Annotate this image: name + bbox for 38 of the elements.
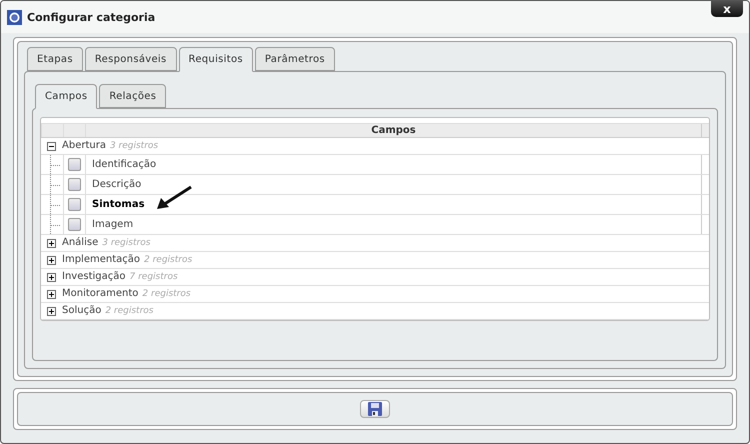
collapse-icon[interactable] [47,142,56,150]
group-name: Monitoramento [62,287,138,301]
window-title: Configurar categoria [27,10,156,24]
checkbox[interactable] [68,158,81,171]
arrow-icon [155,185,195,211]
field-label: Sintomas [92,199,145,210]
tab[interactable]: Parâmetros [254,47,335,71]
field-label: Identificação [92,159,156,170]
checkbox[interactable] [68,178,81,191]
record-count: 2 registros [144,254,192,267]
expand-icon[interactable] [47,256,56,264]
group-name: Solução [62,304,102,318]
tab[interactable]: Responsáveis [84,47,177,71]
field-label: Imagem [92,219,134,230]
expand-icon[interactable] [47,306,56,316]
field-label: Descrição [92,179,142,190]
tab[interactable]: Requisitos [178,47,253,72]
checkbox[interactable] [68,218,81,231]
record-count: 7 registros [130,271,178,284]
save-button[interactable] [360,400,390,418]
checkbox[interactable] [68,198,81,211]
record-count: 2 registros [142,288,191,301]
subtab[interactable]: Relações [99,84,166,108]
expand-icon[interactable] [47,238,56,248]
record-count: 2 registros [105,305,154,318]
record-count: 3 registros [110,140,158,153]
group-name: Implementação [62,253,140,267]
group-name: Investigação [62,270,126,284]
expand-icon[interactable] [47,290,56,298]
group-name: Abertura [62,139,106,153]
close-button[interactable]: x [711,1,743,17]
expand-icon[interactable] [47,272,56,282]
app-logo-icon [7,10,22,24]
record-count: 3 registros [102,237,150,250]
subtab[interactable]: Campos [35,84,98,109]
tab[interactable]: Etapas [27,47,83,71]
column-header: Campos [85,124,701,137]
group-name: Análise [62,236,98,250]
